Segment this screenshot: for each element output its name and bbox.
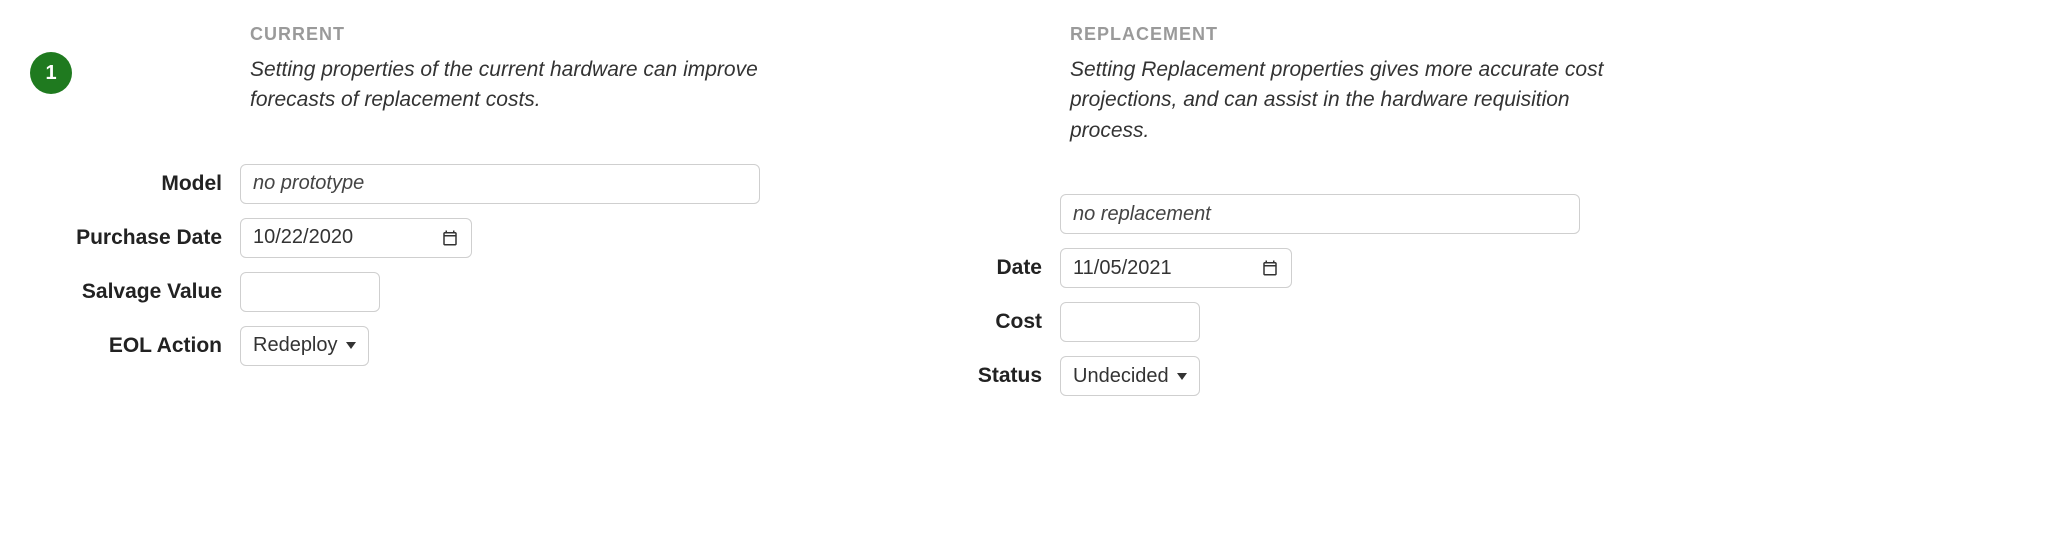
replacement-date-label: Date [850, 256, 1060, 280]
current-description: Setting properties of the current hardwa… [250, 55, 790, 116]
replacement-status-select[interactable]: Undecided [1060, 356, 1200, 396]
salvage-value-label: Salvage Value [30, 280, 240, 304]
eol-action-value: Redeploy [253, 334, 338, 357]
calendar-icon[interactable] [441, 229, 459, 247]
replacement-heading: REPLACEMENT [1070, 24, 1610, 45]
replacement-cost-label: Cost [850, 310, 1060, 334]
step-badge: 1 [30, 52, 72, 94]
eol-action-label: EOL Action [30, 334, 240, 358]
replacement-model-input[interactable] [1060, 194, 1580, 234]
chevron-down-icon [1177, 373, 1187, 380]
purchase-date-value: 10/22/2020 [253, 226, 353, 249]
replacement-status-value: Undecided [1073, 365, 1169, 388]
eol-action-select[interactable]: Redeploy [240, 326, 369, 366]
replacement-date-value: 11/05/2021 [1073, 257, 1172, 280]
replacement-section: REPLACEMENT Setting Replacement properti… [850, 24, 1610, 410]
replacement-date-input[interactable]: 11/05/2021 [1060, 248, 1292, 288]
model-label: Model [30, 172, 240, 196]
purchase-date-input[interactable]: 10/22/2020 [240, 218, 472, 258]
replacement-cost-input[interactable] [1060, 302, 1200, 342]
chevron-down-icon [346, 342, 356, 349]
salvage-value-input[interactable] [240, 272, 380, 312]
replacement-status-label: Status [850, 364, 1060, 388]
current-model-input[interactable] [240, 164, 760, 204]
calendar-icon[interactable] [1261, 259, 1279, 277]
purchase-date-label: Purchase Date [30, 226, 240, 250]
current-heading: CURRENT [250, 24, 790, 45]
current-section: 1 CURRENT Setting properties of the curr… [30, 24, 790, 380]
replacement-description: Setting Replacement properties gives mor… [1070, 55, 1610, 146]
